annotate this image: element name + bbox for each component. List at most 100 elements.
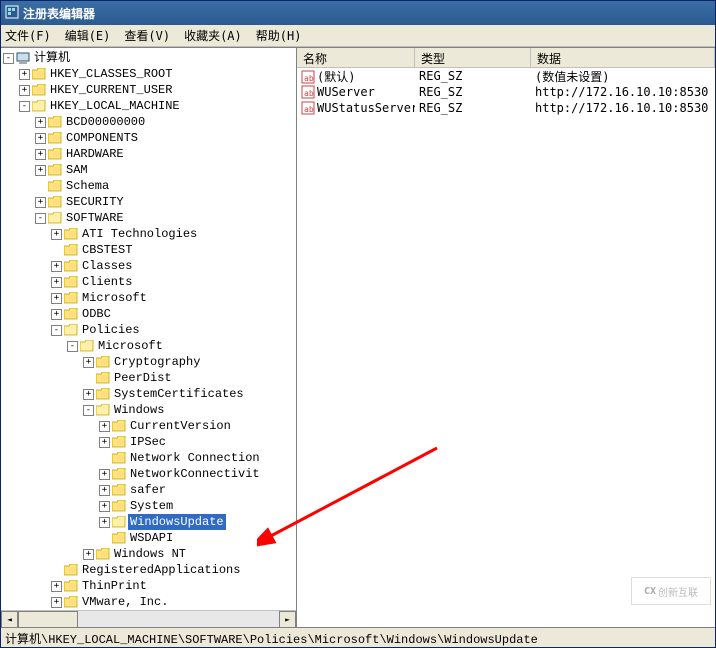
col-data[interactable]: 数据 <box>531 48 715 67</box>
tree-item-system[interactable]: +System <box>3 498 294 514</box>
tree-item-ati[interactable]: +ATI Technologies <box>3 226 294 242</box>
expander-icon[interactable]: + <box>51 277 62 288</box>
expander-icon[interactable]: + <box>51 293 62 304</box>
expander-icon[interactable]: + <box>99 485 110 496</box>
tree-item-cbstest[interactable]: CBSTEST <box>3 242 294 258</box>
expander-icon[interactable]: - <box>35 213 46 224</box>
menu-fav[interactable]: 收藏夹(A) <box>184 27 242 44</box>
tree-item-root[interactable]: -计算机 <box>3 50 294 66</box>
tree-item-hardware[interactable]: +HARDWARE <box>3 146 294 162</box>
tree-item-schema[interactable]: Schema <box>3 178 294 194</box>
tree-item-regapps[interactable]: RegisteredApplications <box>3 562 294 578</box>
expander-icon[interactable]: + <box>19 85 30 96</box>
tree-item-thinprint[interactable]: +ThinPrint <box>3 578 294 594</box>
value-type: REG_SZ <box>415 101 531 115</box>
list-body[interactable]: ab(默认)REG_SZ(数值未设置)abWUServerREG_SZhttp:… <box>297 68 715 627</box>
tree-label: WSDAPI <box>128 530 175 546</box>
tree-item-pmicrosoft[interactable]: -Microsoft <box>3 338 294 354</box>
scroll-left-button[interactable]: ◄ <box>1 611 18 627</box>
expander-icon[interactable]: + <box>99 421 110 432</box>
tree-item-bcd[interactable]: +BCD00000000 <box>3 114 294 130</box>
tree-item-netconn[interactable]: Network Connection <box>3 450 294 466</box>
folder-icon <box>48 180 62 192</box>
value-name: WUStatusServer <box>317 101 415 115</box>
expander-icon[interactable]: - <box>19 101 30 112</box>
tree-item-hkcu[interactable]: +HKEY_CURRENT_USER <box>3 82 294 98</box>
expander-icon[interactable]: + <box>83 389 94 400</box>
tree-label: SAM <box>64 162 90 178</box>
tree-item-software[interactable]: -SOFTWARE <box>3 210 294 226</box>
expander-icon[interactable]: + <box>51 597 62 608</box>
tree-item-security[interactable]: +SECURITY <box>3 194 294 210</box>
expander-icon[interactable]: + <box>35 117 46 128</box>
tree-item-windows[interactable]: -Windows <box>3 402 294 418</box>
expander-icon[interactable]: + <box>99 469 110 480</box>
menu-edit[interactable]: 编辑(E) <box>65 27 111 44</box>
tree-item-wupdate[interactable]: +WindowsUpdate <box>3 514 294 530</box>
tree-item-hkcr[interactable]: + HKEY_CLASSES_ROOT <box>3 66 294 82</box>
scroll-track[interactable] <box>78 611 279 627</box>
expander-icon[interactable]: + <box>99 517 110 528</box>
list-row[interactable]: ab(默认)REG_SZ(数值未设置) <box>297 68 715 84</box>
expander-icon[interactable]: + <box>51 581 62 592</box>
tree-item-hklm[interactable]: -HKEY_LOCAL_MACHINE <box>3 98 294 114</box>
folder-icon <box>64 596 78 608</box>
tree-item-ipsec[interactable]: +IPSec <box>3 434 294 450</box>
tree-item-sam[interactable]: + SAM <box>3 162 294 178</box>
registry-tree[interactable]: -计算机 + HKEY_CLASSES_ROOT+HKEY_CURRENT_USER… <box>1 48 296 610</box>
tree-label: HKEY_CLASSES_ROOT <box>48 66 174 82</box>
tree-item-peerdist[interactable]: PeerDist <box>3 370 294 386</box>
tree-item-policies[interactable]: -Policies <box>3 322 294 338</box>
tree-item-microsoft[interactable]: +Microsoft <box>3 290 294 306</box>
tree-item-crypto[interactable]: +Cryptography <box>3 354 294 370</box>
tree-hscroll[interactable]: ◄ ► <box>1 610 296 627</box>
col-type[interactable]: 类型 <box>415 48 531 67</box>
list-header: 名称 类型 数据 <box>297 48 715 68</box>
expander-icon[interactable]: + <box>19 69 30 80</box>
scroll-right-button[interactable]: ► <box>279 611 296 627</box>
folder-icon <box>64 324 78 336</box>
tree-item-classes[interactable]: +Classes <box>3 258 294 274</box>
expander-icon[interactable]: + <box>35 165 46 176</box>
tree-item-netconnv[interactable]: + NetworkConnectivit <box>3 466 294 482</box>
tree-item-wsdapi[interactable]: WSDAPI <box>3 530 294 546</box>
list-row[interactable]: abWUStatusServerREG_SZhttp://172.16.10.1… <box>297 100 715 116</box>
menu-help[interactable]: 帮助(H) <box>256 27 302 44</box>
expander-icon[interactable]: - <box>67 341 78 352</box>
titlebar[interactable]: 注册表编辑器 <box>1 1 715 25</box>
folder-icon <box>48 212 62 224</box>
tree-item-clients[interactable]: +Clients <box>3 274 294 290</box>
tree-item-odbc[interactable]: +ODBC <box>3 306 294 322</box>
expander-icon[interactable]: + <box>51 261 62 272</box>
expander-icon[interactable]: + <box>35 197 46 208</box>
tree-item-curver[interactable]: +CurrentVersion <box>3 418 294 434</box>
folder-icon <box>96 548 110 560</box>
expander-icon[interactable]: - <box>3 53 14 64</box>
expander-icon[interactable]: - <box>51 325 62 336</box>
folder-icon <box>112 532 126 544</box>
tree-item-syscert[interactable]: +SystemCertificates <box>3 386 294 402</box>
tree-item-vmware[interactable]: +VMware, Inc. <box>3 594 294 610</box>
tree-item-winnt[interactable]: +Windows NT <box>3 546 294 562</box>
expander-icon[interactable]: + <box>51 309 62 320</box>
expander-icon[interactable]: + <box>99 501 110 512</box>
expander-icon[interactable]: + <box>83 357 94 368</box>
col-name[interactable]: 名称 <box>297 48 415 67</box>
svg-text:ab: ab <box>304 105 314 114</box>
expander-icon[interactable]: - <box>83 405 94 416</box>
expander-icon[interactable]: + <box>83 549 94 560</box>
menu-view[interactable]: 查看(V) <box>124 27 170 44</box>
expander-icon[interactable]: + <box>35 149 46 160</box>
tree-label: NetworkConnectivit <box>128 466 262 482</box>
value-data: http://172.16.10.10:8530 <box>531 85 715 99</box>
expander-icon[interactable]: + <box>99 437 110 448</box>
expander-icon[interactable]: + <box>35 133 46 144</box>
tree-item-components[interactable]: +COMPONENTS <box>3 130 294 146</box>
folder-icon <box>64 228 78 240</box>
scroll-thumb[interactable] <box>18 611 78 627</box>
expander-icon[interactable]: + <box>51 229 62 240</box>
tree-label: CBSTEST <box>80 242 134 258</box>
tree-item-safer[interactable]: +safer <box>3 482 294 498</box>
list-row[interactable]: abWUServerREG_SZhttp://172.16.10.10:8530 <box>297 84 715 100</box>
menu-file[interactable]: 文件(F) <box>5 27 51 44</box>
